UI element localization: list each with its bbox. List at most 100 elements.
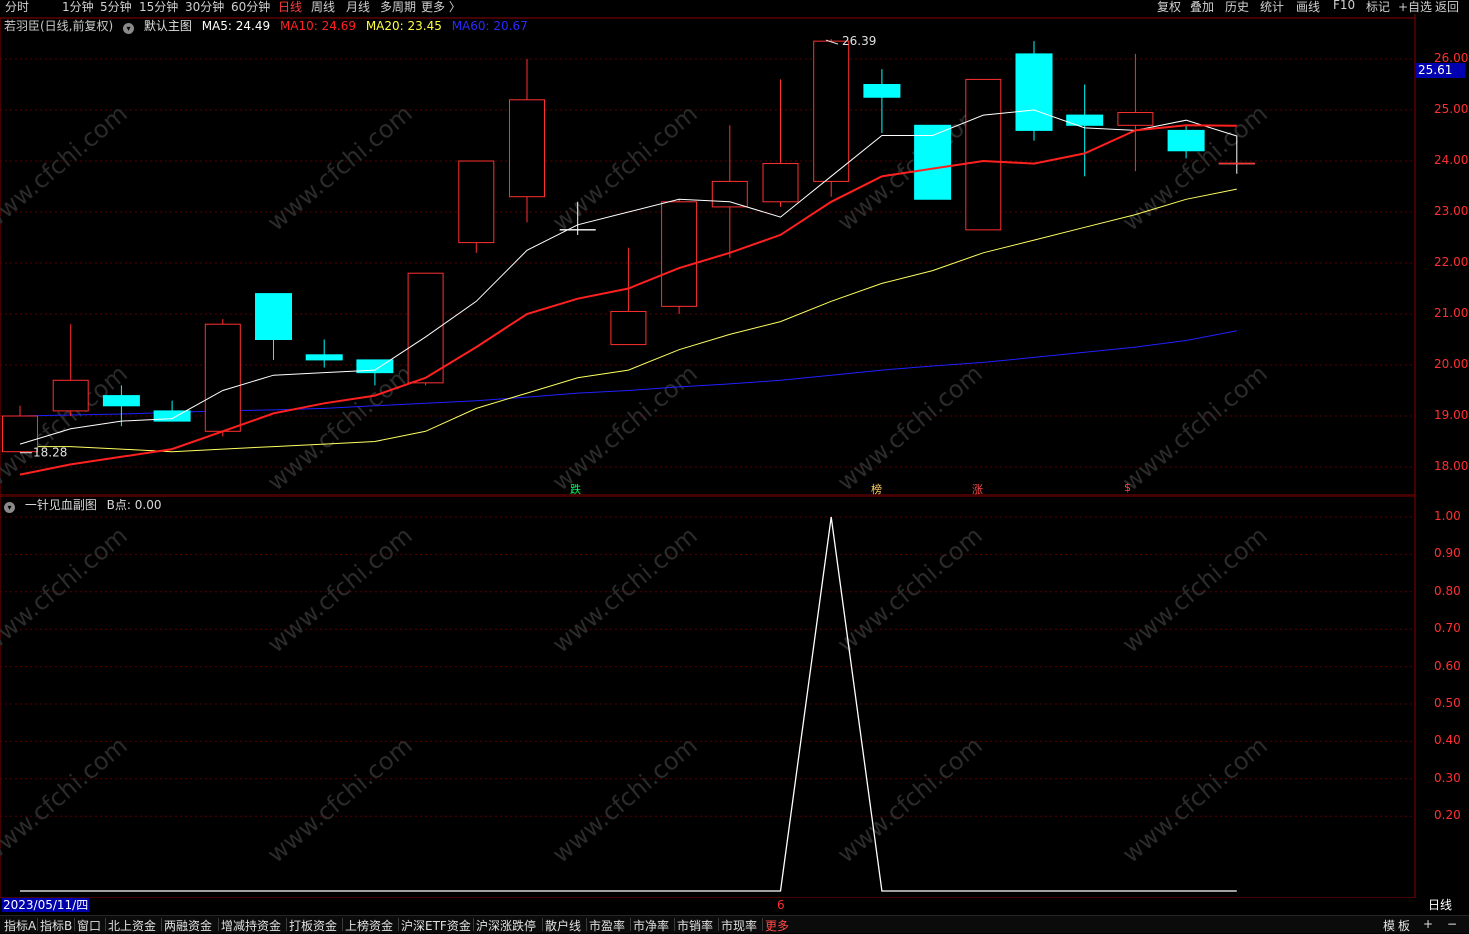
period-7[interactable]: 周线: [311, 0, 335, 15]
tab-11[interactable]: 市盈率: [589, 917, 625, 934]
tool-0[interactable]: 复权: [1157, 0, 1181, 15]
price-tick: 26.00: [1434, 51, 1469, 65]
period-5[interactable]: 60分钟: [231, 0, 270, 15]
indicator-tick: 0.70: [1434, 621, 1461, 636]
candle-body: [204, 323, 241, 432]
tab-14[interactable]: 市现率: [721, 917, 757, 934]
price-tick: 24.00: [1434, 153, 1469, 167]
tab-separator: [342, 918, 343, 931]
main-chart-legend: 若羽臣(日线,前复权) ▾ 默认主图 MA5: 24.49 MA10: 24.6…: [4, 17, 534, 34]
tab-separator: [762, 918, 763, 931]
watermark: www.cfchi.com: [547, 521, 703, 658]
tool-7[interactable]: +自选: [1398, 0, 1432, 15]
indicator-tick: 1.00: [1434, 509, 1461, 523]
tab-separator: [586, 918, 587, 931]
bottom-control-0[interactable]: 模: [1383, 917, 1395, 934]
tool-6[interactable]: 标记: [1366, 0, 1390, 15]
tab-8[interactable]: 沪深ETF资金: [401, 917, 471, 934]
period-4[interactable]: 30分钟: [185, 0, 224, 15]
candle: [1015, 41, 1053, 141]
period-10[interactable]: 更多 〉: [421, 0, 461, 15]
candle: [458, 160, 495, 253]
candle-body: [509, 99, 545, 198]
template-name[interactable]: 默认主图: [144, 19, 192, 33]
indicator-tick: 0.80: [1434, 583, 1461, 598]
tool-1[interactable]: 叠加: [1190, 0, 1214, 15]
tab-6[interactable]: 打板资金: [289, 917, 337, 934]
sub-plot-frame: [0, 496, 1416, 898]
event-flag: $: [1124, 481, 1131, 494]
watermark: www.cfchi.com: [832, 359, 988, 496]
candle-body: [762, 163, 799, 203]
ma60-value: MA60: 20.67: [451, 19, 528, 33]
ma10-value: MA10: 24.69: [279, 19, 356, 33]
current-price-tag: 25.61: [1416, 63, 1465, 78]
tool-3[interactable]: 统计: [1260, 0, 1284, 15]
tab-separator: [398, 918, 399, 931]
indicator-chart[interactable]: www.cfchi.com www.cfchi.com www.cfchi.com w…: [0, 496, 1469, 898]
candle-body: [610, 310, 647, 346]
candle: [711, 125, 748, 258]
period-0[interactable]: 分时: [5, 0, 29, 15]
candlestick-chart[interactable]: www.cfchi.com www.cfchi.com www.cfchi.com w…: [0, 14, 1469, 496]
bottom-control-2[interactable]: +: [1423, 917, 1433, 931]
tab-separator: [105, 918, 106, 931]
high-annotation: 26.39: [842, 34, 876, 48]
stock-title: 若羽臣(日线,前复权): [4, 19, 114, 33]
candle-body: [661, 201, 698, 307]
period-1[interactable]: 1分钟: [62, 0, 94, 15]
tab-12[interactable]: 市净率: [633, 917, 669, 934]
tab-0[interactable]: 指标A: [4, 917, 36, 934]
tab-separator: [473, 918, 474, 931]
tab-1[interactable]: 指标B: [40, 917, 72, 934]
tool-5[interactable]: F10: [1333, 0, 1355, 12]
candle-body: [863, 84, 901, 98]
watermark: www.cfchi.com: [0, 521, 133, 658]
candle: [610, 247, 647, 346]
candle: [1066, 84, 1104, 177]
tab-13[interactable]: 市销率: [677, 917, 713, 934]
candle-body: [1167, 129, 1205, 152]
tab-9[interactable]: 沪深涨跌停: [476, 917, 536, 934]
watermark: www.cfchi.com: [1117, 731, 1273, 868]
period-8[interactable]: 月线: [346, 0, 370, 15]
watermark: www.cfchi.com: [547, 731, 703, 868]
watermark: www.cfchi.com: [832, 731, 988, 868]
tab-2[interactable]: 窗口: [77, 917, 101, 934]
tab-10[interactable]: 散户线: [545, 917, 581, 934]
period-2[interactable]: 5分钟: [100, 0, 132, 15]
indicator-tick: 0.90: [1434, 546, 1461, 561]
tab-4[interactable]: 两融资金: [164, 917, 212, 934]
candle-body: [305, 354, 343, 361]
candle: [762, 79, 799, 207]
bottom-control-1[interactable]: 板: [1398, 917, 1410, 934]
candle: [661, 199, 698, 314]
tool-2[interactable]: 历史: [1225, 0, 1249, 15]
tab-separator: [218, 918, 219, 931]
tab-5[interactable]: 增减持资金: [221, 917, 281, 934]
indicator-tab-bar: 指标A 指标B 窗口 北上资金 两融资金 增减持资金 打板资金 上榜资金 沪深ETF资金 沪深涨跌…: [0, 915, 1469, 933]
period-9[interactable]: 多周期: [380, 0, 416, 15]
candle: [813, 39, 850, 197]
watermark: www.cfchi.com: [1117, 521, 1273, 658]
x-axis-marker: 6: [777, 898, 785, 912]
event-flag: 跌: [570, 483, 581, 496]
price-tick: 18.00: [1434, 459, 1469, 473]
tab-separator: [74, 918, 75, 931]
indicator-tick: 0.30: [1434, 770, 1461, 785]
tool-4[interactable]: 画线: [1296, 0, 1320, 15]
tool-8[interactable]: 返回: [1435, 0, 1459, 15]
tab-3[interactable]: 北上资金: [108, 917, 156, 934]
indicator-tick: 0.60: [1434, 658, 1461, 673]
tab-separator: [542, 918, 543, 931]
period-6[interactable]: 日线: [278, 0, 302, 15]
tab-separator: [286, 918, 287, 931]
tab-7[interactable]: 上榜资金: [345, 917, 393, 934]
candle: [509, 59, 545, 223]
period-3[interactable]: 15分钟: [139, 0, 178, 15]
tab-15[interactable]: 更多: [765, 917, 789, 934]
dropdown-icon[interactable]: ▾: [123, 23, 135, 34]
indicator-tick: 0.20: [1434, 808, 1461, 823]
candle: [1117, 53, 1154, 172]
bottom-control-3[interactable]: −: [1447, 917, 1457, 931]
